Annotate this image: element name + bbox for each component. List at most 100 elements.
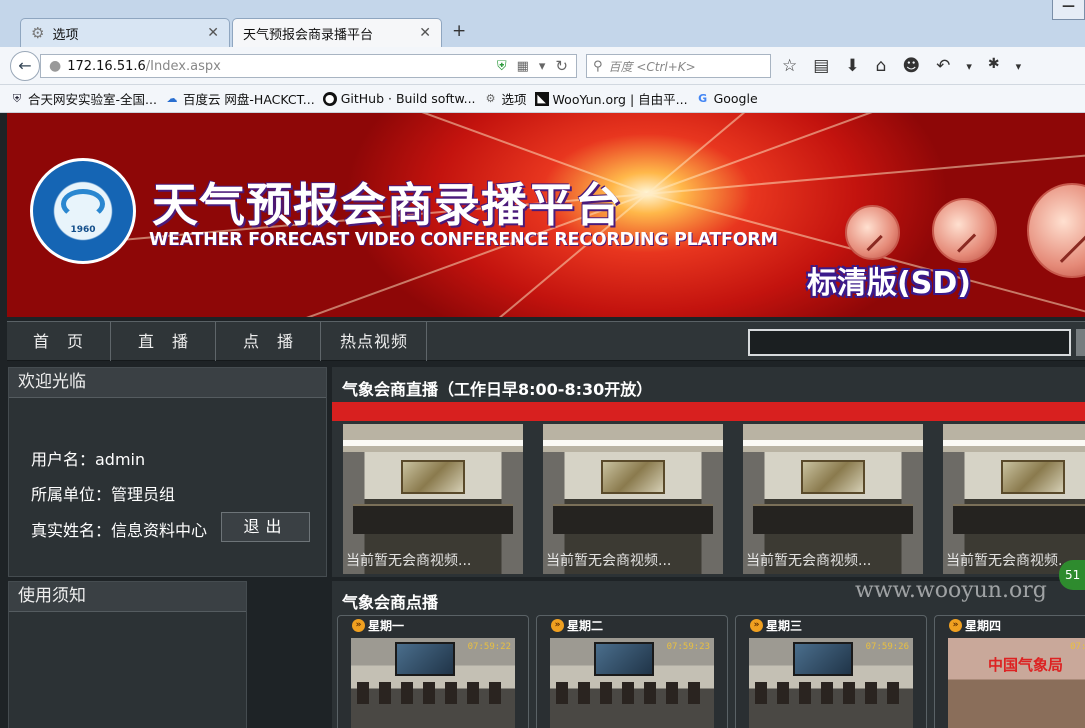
star-icon[interactable]: ☆ <box>782 56 797 76</box>
tab-options[interactable]: ⚙ 选项 ✕ <box>20 18 230 47</box>
logo-year: 1960 <box>70 225 96 235</box>
nav-vod[interactable]: 点 播 <box>217 322 321 361</box>
notice-title: 使用须知 <box>9 582 246 612</box>
bookmark-label: GitHub · Build softw... <box>340 91 476 106</box>
tab-platform[interactable]: 天气预报会商录播平台 ✕ <box>232 18 442 47</box>
reload-icon[interactable]: ↻ <box>555 57 568 75</box>
cma-label: 中国气象局 <box>988 656 1064 674</box>
new-tab-button[interactable]: + <box>452 21 466 41</box>
vod-day-label: 星期三 <box>766 619 803 633</box>
tab-close-icon[interactable]: ✕ <box>207 25 219 41</box>
vod-timestamp: 07:59:26 <box>865 642 909 652</box>
vod-section: 气象会商点播 » 星期一 07:59:22 » 星期二 07:59:23 » 星期三 … <box>332 581 1085 728</box>
bookmark-item[interactable]: ◣ WooYun.org | 自由平... <box>534 89 688 108</box>
github-icon: ● <box>322 91 337 106</box>
satellite-dish-icon <box>932 198 997 263</box>
shield-icon[interactable]: ⛨ <box>497 59 507 74</box>
menu-arrow-icon[interactable]: ▾ <box>966 60 972 76</box>
arrow-circle-icon: » <box>352 619 365 632</box>
vod-day-label: 星期四 <box>965 619 1002 633</box>
google-icon: G <box>698 91 708 105</box>
bookmark-label: 选项 <box>501 92 527 107</box>
url-path: /Index.aspx <box>145 58 221 74</box>
live-title: 气象会商直播（工作日早8:00-8:30开放） <box>342 380 653 399</box>
vod-card[interactable]: »星期四 中国气象局 07:52:0 <box>934 615 1085 728</box>
vod-card[interactable]: » 星期一 07:59:22 <box>337 615 529 728</box>
notice-panel: 使用须知 <box>8 581 247 728</box>
bug-icon[interactable]: ✱ <box>988 56 1000 76</box>
web-page: 1960 天气预报会商录播平台 WEATHER FORECAST VIDEO C… <box>7 113 1085 728</box>
welcome-title: 欢迎光临 <box>9 368 326 398</box>
globe-icon: ● <box>49 58 62 74</box>
floating-badge[interactable]: 51 <box>1059 560 1085 590</box>
username-text: 用户名：admin <box>31 450 146 469</box>
shield-icon: ⛨ <box>12 91 22 105</box>
bookmark-item[interactable]: ⛨ 合天网安实验室-全国... <box>10 89 157 108</box>
realname-text: 真实姓名：信息资料中心 <box>31 521 208 540</box>
cloud-icon: ☁ <box>166 91 178 105</box>
live-video-thumbnail[interactable]: 当前暂无会商视频... <box>943 424 1085 574</box>
nav-home[interactable]: 首 页 <box>7 322 111 361</box>
vod-thumbnail[interactable]: 中国气象局 07:52:0 <box>948 638 1085 728</box>
university-logo: 1960 <box>30 158 136 264</box>
dropdown-arrow-icon[interactable]: ▾ <box>539 59 546 74</box>
site-search-button[interactable] <box>1076 329 1085 356</box>
bookmark-label: Google <box>713 91 758 106</box>
address-bar[interactable]: ● 172.16.51.6/Index.aspx ⛨ ▦ ▾ ↻ <box>40 54 577 78</box>
window-minimize-button[interactable]: — <box>1052 0 1085 20</box>
search-placeholder: 百度 <Ctrl+K> <box>608 59 696 74</box>
unit-text: 所属单位：管理员组 <box>31 485 176 504</box>
bookmark-item[interactable]: ● GitHub · Build softw... <box>322 91 476 106</box>
vod-card[interactable]: » 星期三 07:59:26 <box>735 615 927 728</box>
url-host: 172.16.51.6 <box>67 58 146 74</box>
arrow-circle-icon: » <box>750 619 763 632</box>
bookmark-item[interactable]: ☁ 百度云 网盘-HACKCT... <box>165 89 315 108</box>
reading-list-icon[interactable]: ▤ <box>813 56 829 76</box>
home-icon[interactable]: ⌂ <box>876 56 887 76</box>
live-red-bar <box>332 402 1085 421</box>
site-banner: 1960 天气预报会商录播平台 WEATHER FORECAST VIDEO C… <box>7 113 1085 317</box>
live-video-thumbnail[interactable]: 当前暂无会商视频... <box>743 424 923 574</box>
vod-card[interactable]: » 星期二 07:59:23 <box>536 615 728 728</box>
live-caption: 当前暂无会商视频... <box>946 553 1072 569</box>
gear-icon: ⚙ <box>31 24 45 42</box>
wooyun-icon: ◣ <box>534 91 549 106</box>
bookmark-item[interactable]: G Google <box>696 91 758 106</box>
site-search-input[interactable] <box>748 329 1071 356</box>
vod-timestamp: 07:59:22 <box>467 642 511 652</box>
bookmark-item[interactable]: ⚙ 选项 <box>484 89 527 108</box>
nav-hot-videos[interactable]: 热点视频 <box>322 322 427 361</box>
search-bar[interactable]: ⚲ 百度 <Ctrl+K> <box>586 54 771 78</box>
vod-thumbnail[interactable]: 07:59:26 <box>749 638 913 728</box>
menu-arrow-icon[interactable]: ▾ <box>1016 60 1022 76</box>
vod-timestamp: 07:59:23 <box>666 642 710 652</box>
live-video-thumbnail[interactable]: 当前暂无会商视频... <box>343 424 523 574</box>
undo-icon[interactable]: ↶ <box>936 56 950 76</box>
download-icon[interactable]: ⬇ <box>845 56 859 76</box>
live-caption: 当前暂无会商视频... <box>546 553 672 569</box>
arrow-circle-icon: » <box>949 619 962 632</box>
chat-icon[interactable]: ☻ <box>902 56 920 76</box>
vod-timestamp: 07:52:0 <box>1070 642 1085 652</box>
watermark: www.wooyun.org <box>855 578 1047 603</box>
tab-close-icon[interactable]: ✕ <box>419 25 431 41</box>
bookmarks-bar: ⛨ 合天网安实验室-全国... ☁ 百度云 网盘-HACKCT... ● GitHub… <box>0 85 1085 113</box>
vod-thumbnail[interactable]: 07:59:23 <box>550 638 714 728</box>
live-video-thumbnail[interactable]: 当前暂无会商视频... <box>543 424 723 574</box>
edition-label: 标清版(SD) <box>807 266 971 301</box>
nav-live[interactable]: 直 播 <box>112 322 216 361</box>
vod-day-label: 星期二 <box>567 619 604 633</box>
arrow-circle-icon: » <box>551 619 564 632</box>
bookmark-label: 合天网安实验室-全国... <box>28 92 157 107</box>
live-section: 气象会商直播（工作日早8:00-8:30开放） 当前暂无会商视频... 当前暂无… <box>332 367 1085 577</box>
browser-tab-strip: ⚙ 选项 ✕ 天气预报会商录播平台 ✕ + — <box>0 0 1085 47</box>
qr-code-icon[interactable]: ▦ <box>517 59 529 74</box>
satellite-dish-icon <box>845 205 900 260</box>
browser-navigation-bar: ← ● 172.16.51.6/Index.aspx ⛨ ▦ ▾ ↻ ⚲ 百度 … <box>0 47 1085 85</box>
bookmark-label: 百度云 网盘-HACKCT... <box>182 92 315 107</box>
back-button[interactable]: ← <box>10 51 40 81</box>
gear-icon: ⚙ <box>485 91 496 105</box>
logout-button[interactable]: 退出 <box>221 512 310 542</box>
vod-thumbnail[interactable]: 07:59:22 <box>351 638 515 728</box>
bookmark-label: WooYun.org | 自由平... <box>552 92 688 107</box>
